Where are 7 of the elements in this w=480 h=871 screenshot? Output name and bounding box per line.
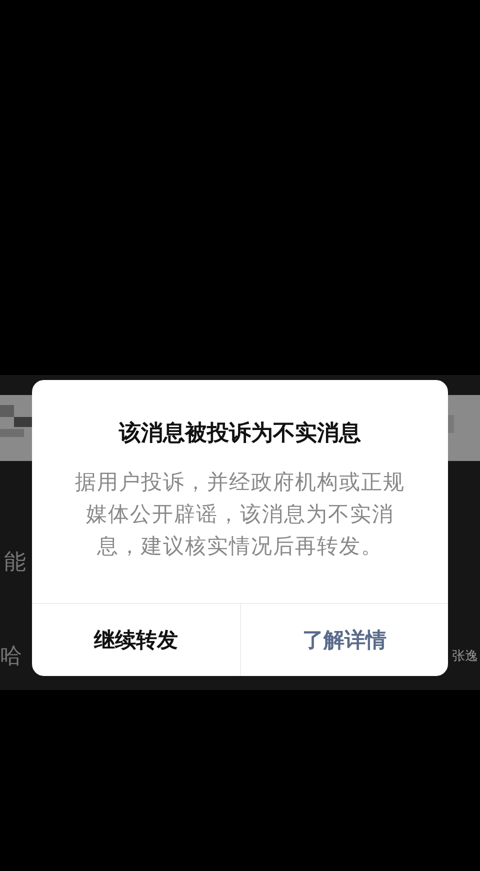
dialog-message: 据用户投诉，并经政府机构或正规媒体公开辟谣，该消息为不实消息，建议核实情况后再转发。 [74, 469, 406, 560]
background-text: 张逸 [452, 648, 478, 665]
forward-button[interactable]: 继续转发 [32, 604, 240, 676]
details-button[interactable]: 了解详情 [240, 604, 448, 676]
background-text: 能 [4, 549, 26, 577]
background-text: 哈 [0, 643, 22, 671]
dialog-title: 该消息被投诉为不实消息 [118, 420, 362, 448]
